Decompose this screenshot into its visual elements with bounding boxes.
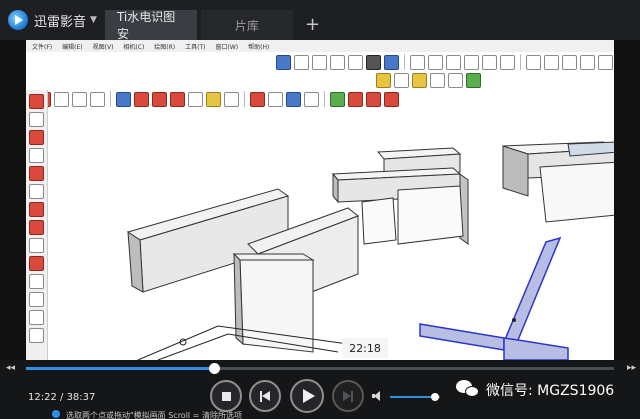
- outer-shell-icon: [580, 54, 595, 70]
- play-icon: [302, 389, 315, 403]
- left-tool-3-icon: [29, 130, 44, 145]
- watermark-text: 微信号: MGZS1906: [486, 383, 615, 399]
- menu-edit: 编辑(E): [62, 43, 83, 51]
- seek-bar[interactable]: [26, 363, 614, 374]
- smoove-icon: [394, 72, 409, 88]
- tab-library-label: 片库: [234, 18, 259, 33]
- iso-view-icon: [276, 54, 291, 70]
- sketchup-3d-model: [126, 141, 614, 360]
- left-tool-9-icon: [29, 238, 44, 253]
- stop-icon: [221, 391, 231, 401]
- current-time: 12:22: [28, 392, 57, 403]
- views-toolbar: [276, 52, 613, 72]
- section-plane-icon: [500, 54, 515, 70]
- intersect-icon: [598, 54, 613, 70]
- style-mono-icon: [482, 54, 497, 70]
- video-frame[interactable]: 文件(F) 编辑(E) 视图(V) 相机(C) 绘图(R) 工具(T) 窗口(W…: [26, 40, 614, 360]
- top-view-icon: [294, 54, 309, 70]
- left-tool-12-icon: [29, 292, 44, 307]
- app-menu-chevron-down-icon[interactable]: ▼: [90, 15, 97, 25]
- component-icon: [526, 54, 541, 70]
- front-view-icon: [312, 54, 327, 70]
- style-shaded-icon: [446, 54, 461, 70]
- sketchup-menubar: 文件(F) 编辑(E) 视图(V) 相机(C) 绘图(R) 工具(T) 窗口(W…: [26, 40, 614, 52]
- playback-time: 12:22 / 38:37: [28, 392, 95, 403]
- style-textured-icon: [464, 54, 479, 70]
- left-tool-1-icon: [29, 94, 44, 109]
- wechat-icon: [456, 380, 480, 400]
- tab-video-label: Ti水电识图安: [116, 10, 176, 41]
- seek-forward-icon[interactable]: ▸▸: [627, 363, 636, 373]
- previous-button[interactable]: [249, 380, 281, 412]
- previous-icon: [260, 390, 270, 402]
- menu-view: 视图(V): [92, 43, 114, 51]
- xray-icon: [384, 54, 399, 70]
- wechat-watermark: 微信号: MGZS1906: [456, 380, 614, 400]
- seek-back-icon[interactable]: ◂◂: [6, 363, 15, 373]
- style-hidden-icon: [428, 54, 443, 70]
- add-tab-button[interactable]: +: [305, 14, 320, 35]
- group-icon: [544, 54, 559, 70]
- tab-library[interactable]: 片库: [200, 10, 293, 40]
- left-tool-2-icon: [29, 112, 44, 127]
- left-tool-8-icon: [29, 220, 44, 235]
- add-detail-icon: [466, 72, 481, 88]
- left-tool-5-icon: [29, 166, 44, 181]
- app-name[interactable]: 迅雷影音: [34, 11, 86, 30]
- sandbox-toolbar: [376, 70, 481, 90]
- volume-icon[interactable]: [372, 391, 382, 401]
- left-tool-7-icon: [29, 202, 44, 217]
- total-time: 38:37: [66, 392, 96, 403]
- xunlei-logo-icon[interactable]: [8, 10, 28, 30]
- play-button[interactable]: [290, 379, 324, 413]
- menu-tools: 工具(T): [185, 43, 206, 51]
- next-icon: [343, 390, 353, 402]
- left-tool-14-icon: [29, 328, 44, 343]
- menu-file: 文件(F): [32, 43, 53, 51]
- menu-window: 窗口(W): [215, 43, 239, 51]
- stop-button[interactable]: [210, 380, 242, 412]
- solid-icon: [562, 54, 577, 70]
- volume-slider[interactable]: [390, 393, 440, 401]
- drape-icon: [430, 72, 445, 88]
- volume-thumb[interactable]: [431, 393, 439, 401]
- layers-icon: [366, 54, 381, 70]
- flip-edge-icon: [448, 72, 463, 88]
- seek-hover-time: 22:18: [342, 338, 388, 358]
- tab-video[interactable]: Ti水电识图安: [104, 10, 197, 41]
- back-view-icon: [348, 54, 363, 70]
- status-dot-icon: [52, 410, 60, 418]
- left-toolbar: [26, 90, 48, 360]
- style-wireframe-icon: [410, 54, 425, 70]
- stamp-icon: [412, 72, 427, 88]
- left-tool-6-icon: [29, 184, 44, 199]
- menu-help: 帮助(H): [248, 43, 270, 51]
- volume-level: [390, 396, 435, 398]
- left-tool-10-icon: [29, 256, 44, 271]
- seek-progress: [26, 367, 215, 370]
- sketchup-status-text: 选取两个点或拖动"模拟画面 Scroll = 清除所选项: [66, 411, 242, 419]
- left-tool-13-icon: [29, 310, 44, 325]
- left-tool-4-icon: [29, 148, 44, 163]
- menu-camera: 相机(C): [123, 43, 145, 51]
- right-view-icon: [330, 54, 345, 70]
- next-button[interactable]: [332, 380, 364, 412]
- sandbox-icon: [376, 72, 391, 88]
- player-titlebar: 迅雷影音 ▼ Ti水电识图安 片库 +: [0, 0, 640, 41]
- menu-draw: 绘图(R): [154, 43, 176, 51]
- left-tool-11-icon: [29, 274, 44, 289]
- time-separator: /: [56, 392, 67, 403]
- seek-thumb[interactable]: [209, 363, 221, 374]
